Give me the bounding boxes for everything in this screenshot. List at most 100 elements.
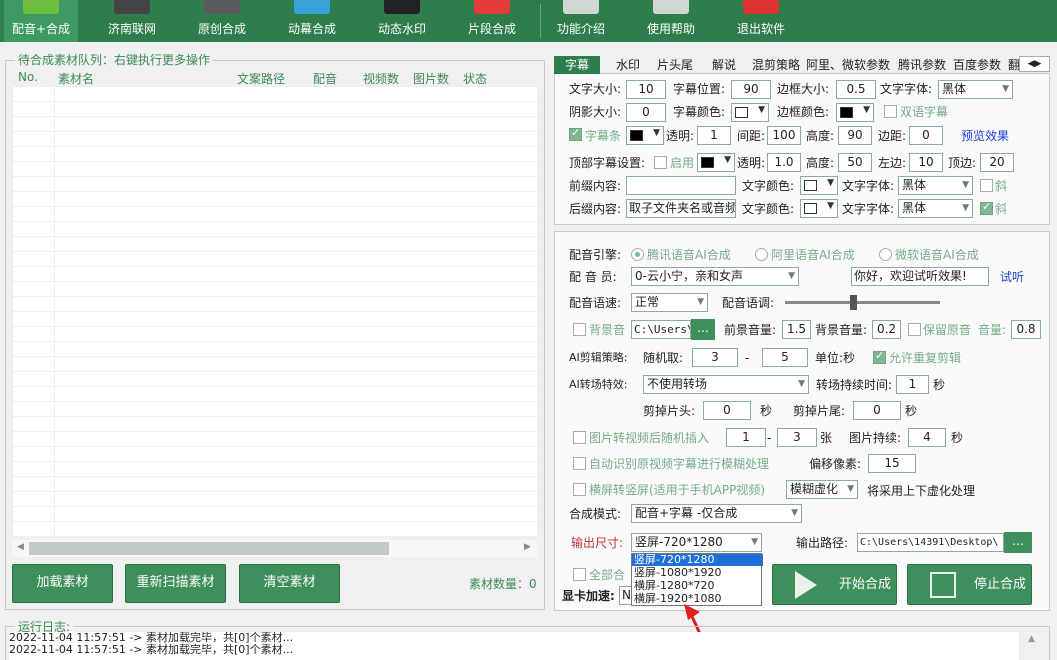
bgm-checkbox[interactable] [573, 323, 586, 336]
alpha-input[interactable]: 1 [697, 126, 731, 145]
engine-ali-radio[interactable] [755, 248, 768, 261]
prefix-input[interactable] [626, 176, 736, 195]
font-select[interactable]: 黑体 ▼ [938, 80, 1013, 99]
speed-select[interactable]: 正常 ▼ [631, 293, 708, 312]
border-size-input[interactable]: 0.5 [836, 80, 876, 99]
scroll-right-icon[interactable]: ▶ [524, 542, 531, 552]
margin-input[interactable]: 0 [909, 126, 943, 145]
col-name[interactable]: 素材名 [58, 70, 94, 87]
border-color-picker[interactable]: ▼ [836, 103, 874, 122]
tab-mix-strategy[interactable]: 混剪策略 [750, 56, 802, 74]
top-enable-checkbox[interactable] [654, 156, 667, 169]
toolbar-dub-compose[interactable]: 配音+合成 [4, 0, 78, 42]
engine-ms-radio[interactable] [879, 248, 892, 261]
stop-button[interactable]: 停止合成 [907, 564, 1032, 605]
keep-orig-checkbox[interactable] [908, 323, 921, 336]
col-script-path[interactable]: 文案路径 [237, 70, 285, 87]
offset-input[interactable]: 15 [868, 454, 916, 473]
bilingual-checkbox[interactable] [884, 105, 897, 118]
voice-select[interactable]: 0-云小宁，亲和女声 ▼ [631, 267, 799, 286]
top-alpha-input[interactable]: 1.0 [767, 153, 801, 172]
scroll-left-icon[interactable]: ◀ [17, 542, 24, 552]
tab-narration[interactable]: 解说 [710, 56, 738, 74]
transition-duration-input[interactable]: 1 [896, 375, 929, 394]
img-max-input[interactable]: 3 [777, 428, 817, 447]
load-button[interactable]: 加载素材 [12, 564, 113, 603]
blur-checkbox[interactable] [573, 457, 586, 470]
tab-watermark[interactable]: 水印 [614, 56, 642, 74]
toolbar-exit[interactable]: 退出软件 [724, 0, 798, 42]
toolbar-help[interactable]: 使用帮助 [634, 0, 708, 42]
horizontal-scrollbar[interactable]: ◀ ▶ [12, 540, 537, 557]
pitch-slider-thumb[interactable] [850, 295, 858, 310]
portrait-checkbox[interactable] [573, 483, 586, 496]
queue-table[interactable] [12, 86, 537, 536]
img-insert-checkbox[interactable] [573, 431, 586, 444]
col-image-count[interactable]: 图片数 [413, 70, 449, 87]
suffix-input[interactable]: 取子文件夹名或音频 [626, 199, 736, 218]
bg-vol-input[interactable]: 0.2 [872, 320, 901, 339]
test-listen-link[interactable]: 试听 [1000, 268, 1024, 286]
shadow-input[interactable]: 0 [626, 103, 666, 122]
toolbar-animated[interactable]: 动幕合成 [272, 0, 352, 42]
log-scroll-up-icon[interactable]: ▲ [1028, 634, 1035, 644]
tab-baidu-params[interactable]: 百度参数 [951, 56, 1003, 74]
bgm-browse-button[interactable]: ... [691, 319, 715, 340]
transition-select[interactable]: 不使用转场 ▼ [643, 375, 809, 394]
cut-max-input[interactable]: 5 [762, 348, 808, 367]
tab-next-icon[interactable]: ▶ [1035, 59, 1042, 69]
position-input[interactable]: 90 [731, 80, 771, 99]
toolbar-features[interactable]: 功能介绍 [544, 0, 618, 42]
prefix-font-select[interactable]: 黑体 ▼ [898, 176, 973, 195]
cut-head-input[interactable]: 0 [703, 401, 751, 420]
col-dub[interactable]: 配音 [313, 70, 337, 87]
scroll-thumb[interactable] [29, 542, 389, 555]
suffix-color-picker[interactable]: ▼ [800, 199, 838, 218]
portrait-mode-select[interactable]: 模糊虚化 ▼ [786, 480, 858, 499]
col-status[interactable]: 状态 [463, 70, 487, 87]
size-option-1280x720[interactable]: 横屏-1280*720 [632, 580, 763, 592]
orig-vol-input[interactable]: 0.8 [1011, 320, 1041, 339]
test-text-input[interactable]: 你好，欢迎试听效果! [851, 267, 989, 286]
prefix-italic-checkbox[interactable] [980, 179, 993, 192]
height-input[interactable]: 90 [838, 126, 872, 145]
output-size-select[interactable]: 竖屏-720*1280 ▼ [631, 533, 762, 552]
top-left-input[interactable]: 10 [909, 153, 943, 172]
suffix-italic-checkbox[interactable] [980, 200, 993, 215]
prefix-color-picker[interactable]: ▼ [800, 176, 838, 195]
col-no[interactable]: No. [18, 70, 38, 84]
top-color-picker[interactable]: ▼ [697, 153, 735, 172]
tab-prev-icon[interactable]: ◀ [1028, 59, 1035, 69]
log-box[interactable]: 2022-11-04 11:57:51 -> 素材加载完毕，共[0]个素材...… [9, 632, 1019, 660]
toolbar-original[interactable]: 原创合成 [182, 0, 262, 42]
tab-ali-ms-params[interactable]: 阿里、微软参数 [804, 56, 892, 74]
toolbar-jinan[interactable]: 济南联网 [92, 0, 172, 42]
tab-tencent-params[interactable]: 腾讯参数 [896, 56, 948, 74]
mode-select[interactable]: 配音+字幕 -仅合成 ▼ [631, 504, 802, 523]
tab-subtitle[interactable]: 字幕 [554, 56, 601, 74]
top-height-input[interactable]: 50 [838, 153, 872, 172]
rescan-button[interactable]: 重新扫描素材 [125, 564, 226, 603]
bgm-path-input[interactable]: C:\Users\ [631, 320, 691, 339]
output-size-dropdown[interactable]: 竖屏-720*1280 竖屏-1080*1920 横屏-1280*720 横屏-… [631, 553, 763, 606]
subtitle-color-picker[interactable]: ▼ [731, 103, 769, 122]
top-top-input[interactable]: 20 [980, 153, 1014, 172]
all-compose-checkbox[interactable] [573, 568, 586, 581]
cut-min-input[interactable]: 3 [692, 348, 738, 367]
img-duration-input[interactable]: 4 [908, 428, 946, 447]
toolbar-segment[interactable]: 片段合成 [452, 0, 532, 42]
fg-vol-input[interactable]: 1.5 [782, 320, 811, 339]
start-button[interactable]: 开始合成 [772, 564, 897, 605]
img-min-input[interactable]: 1 [726, 428, 766, 447]
subtitle-bar-checkbox[interactable] [569, 126, 582, 141]
preview-link[interactable]: 预览效果 [961, 127, 1009, 145]
toolbar-watermark[interactable]: 动态水印 [362, 0, 442, 42]
col-video-count[interactable]: 视频数 [363, 70, 399, 87]
tab-scroll[interactable]: ◀▶ [1019, 56, 1050, 72]
tab-intro-outro[interactable]: 片头尾 [655, 56, 695, 74]
clear-button[interactable]: 清空素材 [239, 564, 340, 603]
suffix-font-select[interactable]: 黑体 ▼ [898, 199, 973, 218]
size-option-1080x1920[interactable]: 竖屏-1080*1920 [632, 567, 763, 579]
bar-color-picker[interactable]: ▼ [626, 126, 664, 145]
pitch-slider[interactable] [785, 295, 940, 310]
